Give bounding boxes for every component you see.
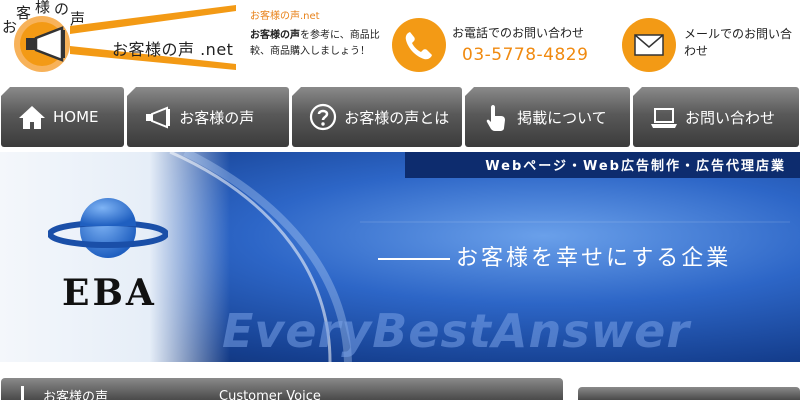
- section-title: お客様の声: [43, 390, 109, 400]
- hero-service-strip: Webページ・Web広告制作・広告代理店業: [405, 152, 800, 178]
- nav-contact-label: お問い合わせ: [685, 108, 776, 127]
- nav-home-label: HOME: [53, 108, 99, 126]
- home-icon: [17, 102, 47, 132]
- tagline-bold: お客様の声: [250, 30, 300, 41]
- nav-customer-voice-label: お客様の声: [179, 108, 255, 127]
- megaphone-icon: [143, 102, 173, 132]
- section-header-customer-voice: お客様の声 Customer Voice: [1, 378, 563, 400]
- phone-icon: [392, 18, 446, 72]
- content-start: お客様の声 Customer Voice: [0, 378, 800, 400]
- question-icon: [308, 102, 338, 132]
- site-tagline: お客様の声.net お客様の声を参考に、商品比較、商品購入しましょう！: [250, 10, 395, 60]
- hero-slogan: お客様を幸せにする企業: [378, 240, 731, 272]
- phone-number[interactable]: 03-5778-4829: [462, 45, 588, 65]
- nav-contact[interactable]: お問い合わせ: [633, 87, 799, 147]
- eba-brand-text: EBA: [62, 272, 157, 314]
- tagline-site-name: お客様の声.net: [250, 11, 320, 22]
- main-nav: HOME お客様の声 お客様の声とは 掲載について お問い合わせ: [0, 87, 800, 147]
- nav-home[interactable]: HOME: [1, 87, 125, 147]
- sidebar-header: [578, 387, 800, 400]
- logo-arc-char: の: [54, 0, 70, 18]
- mail-label: メールでのお問い合わせ: [684, 27, 793, 58]
- laptop-icon: [649, 102, 679, 132]
- section-header-marker: [21, 386, 24, 400]
- mail-icon: [622, 18, 676, 72]
- logo-arc-char: お: [2, 18, 18, 36]
- tagline-text: お客様の声を参考に、商品比較、商品購入しましょう！: [250, 28, 395, 60]
- section-subtitle: Customer Voice: [219, 389, 321, 400]
- logo-site-name: お客様の声 .net: [112, 40, 234, 59]
- phone-contact[interactable]: お電話でのお問い合わせ 03-5778-4829: [392, 18, 612, 72]
- nav-listing-label: 掲載について: [517, 108, 607, 127]
- mail-contact[interactable]: メールでのお問い合わせ: [622, 18, 800, 72]
- logo-arc-char: 客: [16, 4, 32, 22]
- nav-listing[interactable]: 掲載について: [465, 87, 631, 147]
- nav-customer-voice[interactable]: お客様の声: [127, 87, 290, 147]
- nav-about-label: お客様の声とは: [344, 108, 450, 127]
- nav-about[interactable]: お客様の声とは: [292, 87, 463, 147]
- hero-service-text: Webページ・Web広告制作・広告代理店業: [485, 159, 786, 174]
- slogan-dash: [378, 258, 450, 260]
- site-logo[interactable]: お 客 様 の 声 お客様の声 .net: [0, 0, 238, 80]
- site-header: お 客 様 の 声 お客様の声 .net お客様の声.net お客様の声を参考に…: [0, 0, 800, 87]
- hero-banner: Webページ・Web広告制作・広告代理店業 EBA お客様を幸せにする企業 Ev…: [0, 152, 800, 362]
- hero-slogan-text: お客様を幸せにする企業: [456, 246, 732, 271]
- planet-logo-icon: [48, 198, 168, 258]
- logo-arc-char: 声: [70, 10, 86, 28]
- hero-motto: EveryBestAnswer: [222, 304, 691, 358]
- pointer-hand-icon: [481, 102, 511, 132]
- logo-arc-char: 様: [35, 0, 51, 16]
- phone-label: お電話でのお問い合わせ: [452, 26, 585, 40]
